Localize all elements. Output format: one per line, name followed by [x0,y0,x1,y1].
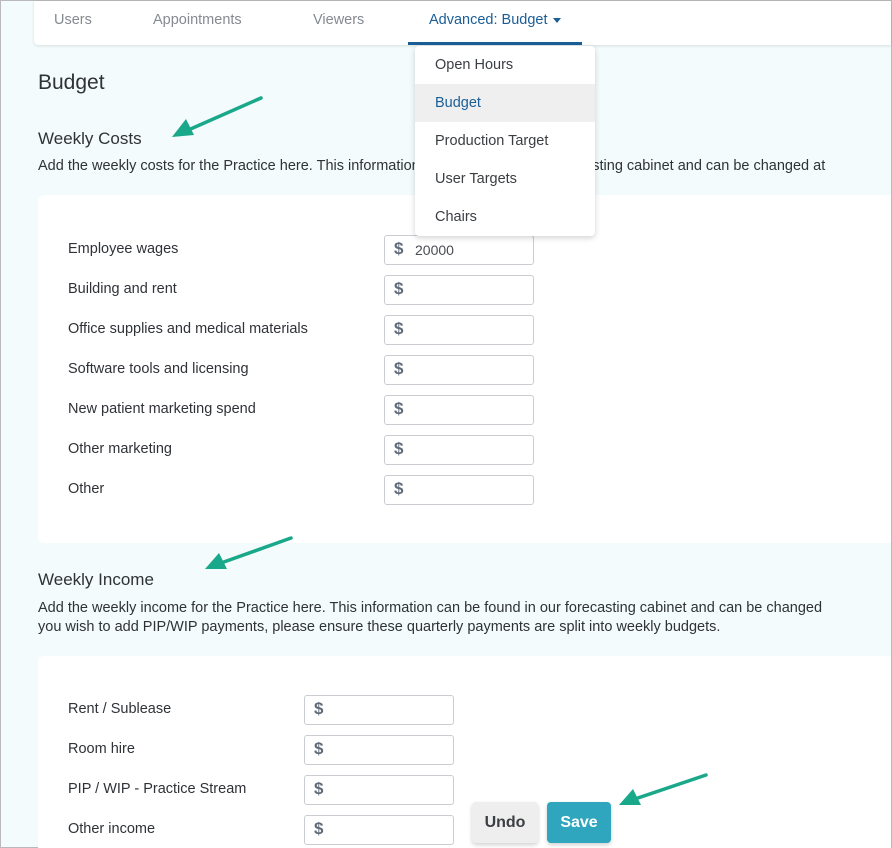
undo-button[interactable]: Undo [472,802,538,843]
cost-label: Building and rent [68,281,177,297]
tab-users[interactable]: Users [54,1,92,45]
cost-label: Employee wages [68,241,179,257]
cost-row: New patient marketing spend $ [68,395,891,425]
room-hire-input[interactable]: $ [304,735,454,765]
dollar-icon: $ [394,239,404,258]
save-button[interactable]: Save [547,802,611,843]
dollar-icon: $ [394,279,404,298]
dollar-icon: $ [314,739,324,758]
dollar-icon: $ [394,479,404,498]
software-tools-input[interactable]: $ [384,355,534,385]
dollar-icon: $ [314,699,324,718]
cost-row: Employee wages $ 20000 [68,235,891,265]
cost-label: Other [68,481,105,497]
dollar-icon: $ [394,399,404,418]
annotation-arrow-icon [172,96,263,137]
tab-advanced-budget[interactable]: Advanced: Budget [408,1,582,45]
menu-item-user-targets[interactable]: User Targets [415,160,595,198]
cost-row: Other $ [68,475,891,505]
office-supplies-input[interactable]: $ [384,315,534,345]
other-income-input[interactable]: $ [304,815,454,845]
weekly-income-description: Add the weekly income for the Practice h… [38,599,891,637]
cost-row: Other marketing $ [68,435,891,465]
income-row: Room hire $ [68,735,891,765]
cost-row: Software tools and licensing $ [68,355,891,385]
income-label: Other income [68,821,156,837]
dollar-icon: $ [394,359,404,378]
dollar-icon: $ [394,319,404,338]
income-row: Rent / Sublease $ [68,695,891,725]
cost-row: Building and rent $ [68,275,891,305]
page-title: Budget [38,71,105,94]
income-label: Rent / Sublease [68,701,172,717]
menu-item-chairs[interactable]: Chairs [415,198,595,236]
other-cost-input[interactable]: $ [384,475,534,505]
income-label: PIP / WIP - Practice Stream [68,781,247,797]
caret-down-icon [552,17,561,23]
weekly-income-description-line1: Add the weekly income for the Practice h… [38,600,823,616]
dollar-icon: $ [394,439,404,458]
pip-wip-input[interactable]: $ [304,775,454,805]
weekly-income-title: Weekly Income [38,570,154,589]
dollar-icon: $ [314,819,324,838]
income-row: PIP / WIP - Practice Stream $ [68,775,891,805]
cost-row: Office supplies and medical materials $ [68,315,891,345]
cost-label: Software tools and licensing [68,361,249,377]
menu-item-open-hours[interactable]: Open Hours [415,46,595,84]
annotation-arrow-icon [619,773,708,805]
menu-item-budget[interactable]: Budget [415,84,595,122]
tab-bar: Users Appointments Viewers Advanced: Bud… [34,1,891,45]
cost-label: Other marketing [68,441,172,457]
dollar-icon: $ [314,779,324,798]
new-patient-marketing-input[interactable]: $ [384,395,534,425]
weekly-costs-card: Employee wages $ 20000 Building and rent… [38,195,891,543]
cost-label: Office supplies and medical materials [68,321,308,337]
tab-viewers[interactable]: Viewers [313,1,364,45]
weekly-income-card: Rent / Sublease $ Room hire $ PIP / WIP … [38,656,891,848]
employee-wages-input[interactable]: $ 20000 [384,235,534,265]
cost-label: New patient marketing spend [68,401,256,417]
other-marketing-input[interactable]: $ [384,435,534,465]
tab-advanced-budget-label: Advanced: Budget [429,12,548,28]
weekly-costs-title: Weekly Costs [38,129,142,148]
building-rent-input[interactable]: $ [384,275,534,305]
weekly-income-description-line2: you wish to add PIP/WIP payments, please… [38,619,721,635]
income-label: Room hire [68,741,135,757]
annotation-arrow-icon [205,536,293,569]
input-value: 20000 [415,242,454,258]
rent-sublease-input[interactable]: $ [304,695,454,725]
advanced-dropdown-menu: Open Hours Budget Production Target User… [415,46,595,236]
tab-appointments[interactable]: Appointments [153,1,242,45]
menu-item-production-target[interactable]: Production Target [415,122,595,160]
